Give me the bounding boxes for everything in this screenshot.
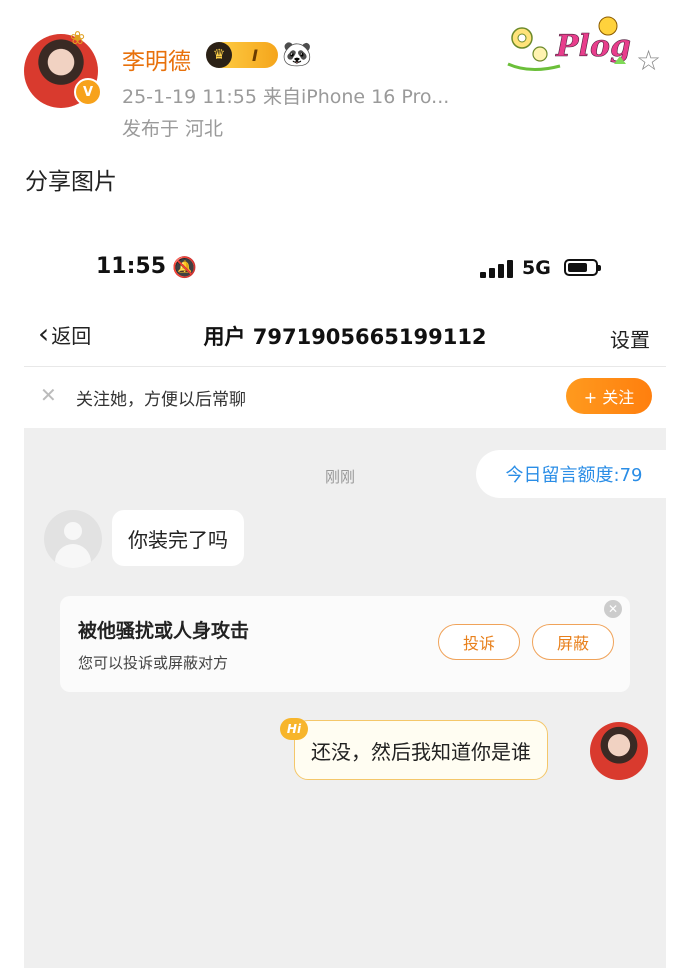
- post-text: 分享图片: [25, 169, 117, 195]
- settings-button[interactable]: 设置: [610, 324, 650, 353]
- status-bar: 11:55 🔕 5G: [24, 230, 666, 300]
- harassment-notice-card: 被他骚扰或人身攻击 您可以投诉或屏蔽对方 ✕ 投诉 屏蔽: [60, 596, 630, 692]
- harassment-subtitle: 您可以投诉或屏蔽对方: [78, 654, 229, 672]
- block-button[interactable]: 屏蔽: [532, 624, 614, 660]
- author-avatar[interactable]: ❀ V: [24, 28, 102, 108]
- harassment-title: 被他骚扰或人身攻击: [78, 620, 250, 642]
- follow-suggestion-bar: ✕ 关注她，方便以后常聊 + 关注: [24, 367, 666, 427]
- my-message-bubble[interactable]: 还没，然后我知道你是谁: [294, 720, 548, 780]
- follow-tip: 关注她，方便以后常聊: [76, 390, 246, 410]
- plog-sticker: Plog: [507, 16, 631, 71]
- vip-level: I: [252, 45, 258, 65]
- shared-screenshot: 11:55 🔕 5G ‹ 返回 用户 7971905665199112 设置 ✕…: [24, 230, 672, 968]
- chat-area[interactable]: 今日留言额度:79 刚刚 你装完了吗 被他骚扰或人身攻击 您可以投诉或屏蔽对方 …: [24, 428, 672, 968]
- hi-badge-icon: Hi: [280, 718, 308, 740]
- network-label: 5G: [522, 257, 551, 279]
- post-meta: 25-1-19 11:55 来自iPhone 16 Pro...: [122, 86, 450, 108]
- message-time: 刚刚: [324, 468, 355, 486]
- follow-button[interactable]: + 关注: [566, 378, 652, 414]
- peer-message-bubble[interactable]: 你装完了吗: [112, 510, 244, 566]
- signal-icon: [480, 258, 514, 278]
- chat-nav-bar: ‹ 返回 用户 7971905665199112 设置: [24, 302, 666, 367]
- peer-avatar[interactable]: [44, 510, 102, 568]
- battery-icon: [564, 259, 601, 276]
- post-header: ❀ V 李明德 ♛ I 🐼 25-1-19 11:55 来自iPhone 16 …: [0, 0, 689, 220]
- vip-badge[interactable]: ♛ I: [206, 42, 278, 68]
- bell-muted-icon: 🔕: [172, 255, 197, 279]
- author-name[interactable]: 李明德: [122, 42, 191, 76]
- complain-button[interactable]: 投诉: [438, 624, 520, 660]
- crown-icon: ♛: [206, 42, 232, 68]
- chat-title: 用户 7971905665199112: [203, 325, 487, 349]
- status-time: 11:55: [96, 254, 167, 279]
- my-avatar[interactable]: [590, 722, 648, 780]
- close-icon[interactable]: ✕: [40, 383, 57, 407]
- post-location: 发布于 河北: [122, 118, 224, 140]
- panda-icon: 🐼: [282, 40, 312, 68]
- verified-badge-icon: V: [74, 78, 102, 106]
- favorite-star-icon[interactable]: ☆: [636, 44, 661, 77]
- close-icon[interactable]: ✕: [604, 600, 622, 618]
- avatar-pendant-icon: ❀: [70, 28, 86, 49]
